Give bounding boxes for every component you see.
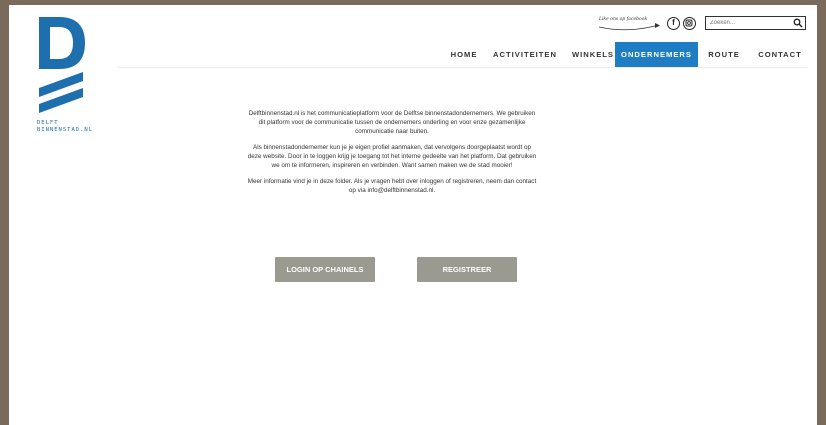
intro-paragraph-1: Delftbinnenstad.nl is het communicatiepl… [248, 110, 536, 135]
logo-text-line2: BINNENSTAD.NL [37, 127, 94, 133]
facebook-icon[interactable]: f [667, 17, 680, 30]
intro-paragraph-2: Als binnenstadondernemer kun je je eigen… [247, 144, 537, 169]
nav-divider [117, 67, 807, 68]
instagram-icon[interactable] [683, 17, 696, 30]
search-input[interactable] [708, 17, 792, 29]
arrow-icon [598, 23, 660, 31]
delft-binnenstad-logo[interactable] [37, 15, 117, 135]
logo-text-line1: DELFT [37, 120, 59, 126]
page-frame: DELFT BINNENSTAD.NL Like ons op facebook… [9, 5, 817, 425]
intro-text: Delftbinnenstad.nl is het communicatiepl… [247, 109, 537, 202]
logo-text: DELFT BINNENSTAD.NL [37, 120, 93, 134]
nav-contact[interactable]: CONTACT [753, 42, 807, 67]
nav-route[interactable]: ROUTE [703, 42, 745, 67]
nav-activiteiten[interactable]: ACTIVITEITEN [489, 42, 561, 67]
login-chainels-button[interactable]: LOGIN OP CHAINELS [275, 257, 375, 282]
logo-letter-d [39, 17, 85, 69]
intro-paragraph-3: Meer informatie vind je in deze folder. … [247, 178, 537, 194]
nav-ondernemers[interactable]: ONDERNEMERS [615, 42, 698, 67]
search-icon[interactable] [793, 18, 803, 28]
facebook-promo[interactable]: Like ons op facebook [597, 15, 663, 31]
nav-home[interactable]: HOME [446, 42, 482, 67]
nav-winkels[interactable]: WINKELS [567, 42, 619, 67]
register-button[interactable]: REGISTREER [417, 257, 517, 282]
search-box [705, 16, 806, 30]
